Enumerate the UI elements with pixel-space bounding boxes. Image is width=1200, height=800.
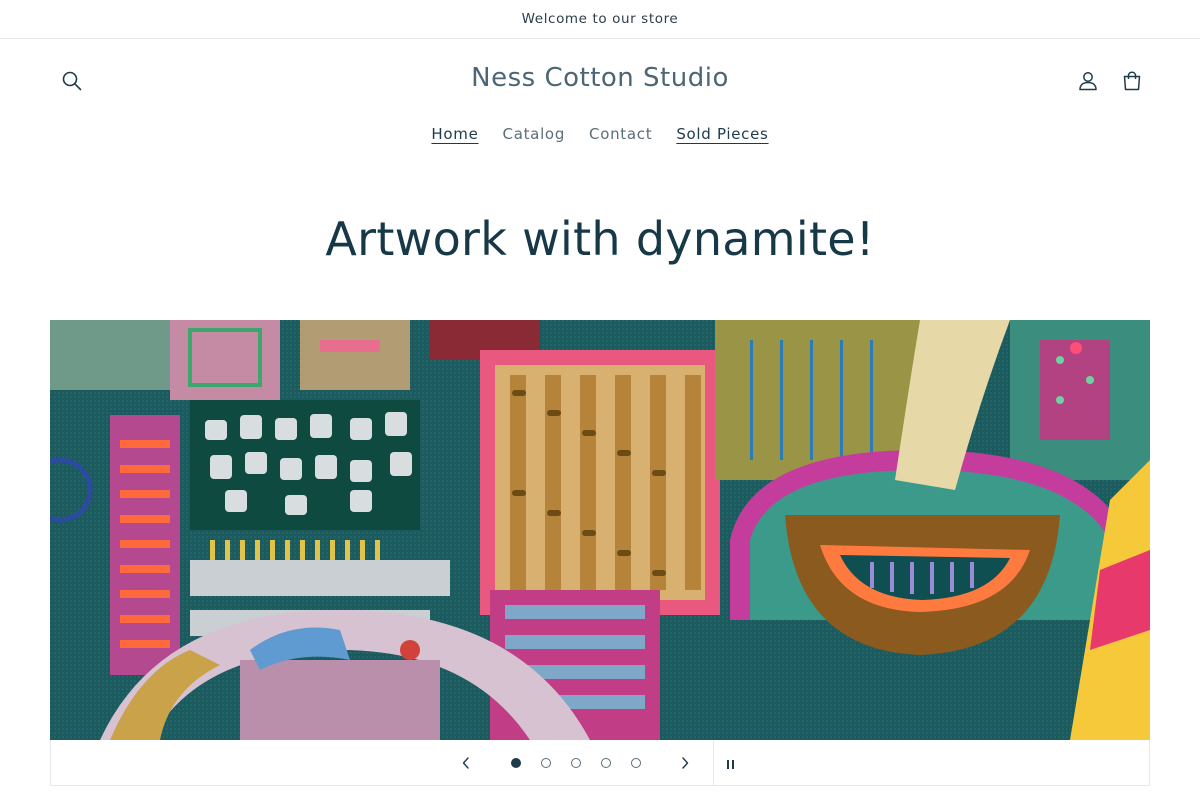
slide-dot-2[interactable] <box>531 756 561 770</box>
main-nav: Home Catalog Contact Sold Pieces <box>0 121 1200 149</box>
slide-dot-3[interactable] <box>561 756 591 770</box>
cart-icon <box>1123 71 1141 91</box>
previous-slide-button[interactable] <box>451 748 481 778</box>
cart-button[interactable] <box>1110 59 1154 103</box>
slide-image <box>50 320 1150 740</box>
account-icon <box>1079 72 1097 91</box>
chevron-left-icon <box>462 757 469 769</box>
account-button[interactable] <box>1066 59 1110 103</box>
store-logo[interactable]: Ness Cotton Studio <box>0 63 1200 93</box>
chevron-right-icon <box>682 757 689 769</box>
slide-dot-5[interactable] <box>621 756 651 770</box>
controls-divider <box>713 740 714 786</box>
announcement-bar: Welcome to our store <box>0 0 1200 39</box>
pause-icon <box>725 754 735 773</box>
announcement-text: Welcome to our store <box>521 11 679 27</box>
slide-dots <box>501 756 651 770</box>
nav-item-contact[interactable]: Contact <box>577 121 664 149</box>
slide-dot-4[interactable] <box>591 756 621 770</box>
pause-slideshow-button[interactable] <box>715 748 745 778</box>
next-slide-button[interactable] <box>670 748 700 778</box>
slide-dot-1[interactable] <box>501 756 531 770</box>
slideshow-controls <box>50 740 1150 786</box>
nav-item-catalog[interactable]: Catalog <box>491 121 578 149</box>
nav-item-home[interactable]: Home <box>419 121 490 149</box>
slideshow[interactable] <box>50 320 1150 740</box>
hero-title: Artwork with dynamite! <box>325 212 875 266</box>
site-header: Ness Cotton Studio <box>0 39 1200 123</box>
nav-item-sold-pieces[interactable]: Sold Pieces <box>664 121 780 149</box>
